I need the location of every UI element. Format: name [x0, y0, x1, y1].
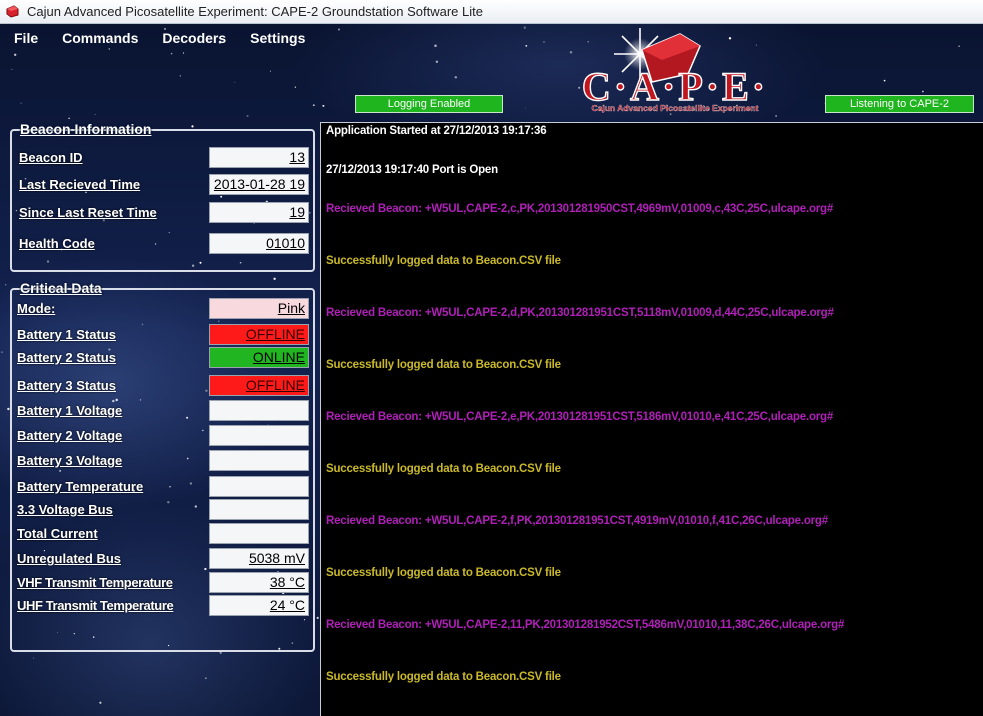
health-code-label: Health Code — [19, 236, 95, 251]
menu-commands[interactable]: Commands — [60, 28, 140, 48]
window-title-bar: Cajun Advanced Picosatellite Experiment:… — [0, 0, 983, 24]
log-line: Successfully logged data to Beacon.CSV f… — [326, 463, 561, 475]
voltage-bus-3v3-label: 3.3 Voltage Bus — [17, 502, 113, 517]
last-received-time-label: Last Recieved Time — [19, 177, 141, 192]
battery-3-status-label: Battery 3 Status — [17, 378, 116, 393]
battery-temperature-field[interactable] — [209, 476, 309, 497]
beacon-information-title: Beacon Information — [20, 121, 152, 137]
uhf-transmit-temperature-label: UHF Transmit Temperature — [17, 598, 174, 613]
battery-2-status-field[interactable]: ONLINE — [209, 347, 309, 368]
log-line: Application Started at 27/12/2013 19:17:… — [326, 125, 547, 137]
log-console[interactable]: Application Started at 27/12/2013 19:17:… — [320, 122, 983, 716]
battery-3-voltage-label: Battery 3 Voltage — [17, 453, 123, 468]
mode-label: Mode: — [17, 301, 56, 316]
battery-temperature-label: Battery Temperature — [17, 479, 144, 494]
battery-1-status-label: Battery 1 Status — [17, 327, 116, 342]
last-received-time-field[interactable]: 2013-01-28 19 — [209, 174, 309, 195]
log-line: Successfully logged data to Beacon.CSV f… — [326, 255, 561, 267]
menu-bar: File Commands Decoders Settings — [12, 28, 307, 48]
logging-status-button[interactable]: Logging Enabled — [355, 95, 503, 113]
battery-2-voltage-field[interactable] — [209, 425, 309, 446]
battery-2-voltage-label: Battery 2 Voltage — [17, 428, 123, 443]
battery-3-status-field[interactable]: OFFLINE — [209, 375, 309, 396]
log-line: 27/12/2013 19:17:40 Port is Open — [326, 164, 498, 176]
battery-2-status-label: Battery 2 Status — [17, 350, 116, 365]
beacon-information-group: Beacon Information Beacon ID 13 Last Rec… — [10, 121, 315, 272]
log-line: Recieved Beacon: +W5UL,CAPE-2,f,PK,20130… — [326, 515, 828, 527]
beacon-id-label: Beacon ID — [19, 150, 83, 165]
mode-field[interactable]: Pink — [209, 298, 309, 319]
beacon-id-field[interactable]: 13 — [209, 147, 309, 168]
cape-app-icon — [6, 5, 19, 18]
menu-decoders[interactable]: Decoders — [160, 28, 228, 48]
battery-3-voltage-field[interactable] — [209, 450, 309, 471]
log-line: Recieved Beacon: +W5UL,CAPE-2,11,PK,2013… — [326, 619, 845, 631]
battery-1-voltage-label: Battery 1 Voltage — [17, 403, 123, 418]
battery-1-status-field[interactable]: OFFLINE — [209, 324, 309, 345]
battery-1-voltage-field[interactable] — [209, 400, 309, 421]
log-line: Successfully logged data to Beacon.CSV f… — [326, 359, 561, 371]
logo-subtitle: Cajun Advanced Picosatellite Experiment — [592, 103, 759, 113]
health-code-field[interactable]: 01010 — [209, 233, 309, 254]
cape-logo: C·A·P·E· Cajun Advanced Picosatellite Ex… — [581, 28, 766, 113]
log-line: Successfully logged data to Beacon.CSV f… — [326, 567, 561, 579]
critical-data-title: Critical Data — [20, 280, 102, 296]
menu-settings[interactable]: Settings — [248, 28, 307, 48]
unregulated-bus-label: Unregulated Bus — [17, 551, 122, 566]
log-line: Recieved Beacon: +W5UL,CAPE-2,d,PK,20130… — [326, 307, 834, 319]
log-line: Recieved Beacon: +W5UL,CAPE-2,e,PK,20130… — [326, 411, 834, 423]
total-current-label: Total Current — [17, 526, 98, 541]
vhf-transmit-temperature-label: VHF Transmit Temperature — [17, 575, 173, 590]
critical-data-group: Critical Data Mode: Pink Battery 1 Statu… — [10, 280, 315, 652]
voltage-bus-3v3-field[interactable] — [209, 499, 309, 520]
total-current-field[interactable] — [209, 523, 309, 544]
vhf-transmit-temperature-field[interactable]: 38 °C — [209, 572, 309, 593]
log-line: Recieved Beacon: +W5UL,CAPE-2,c,PK,20130… — [326, 203, 834, 215]
since-last-reset-label: Since Last Reset Time — [19, 205, 157, 220]
since-last-reset-field[interactable]: 19 — [209, 202, 309, 223]
window-title: Cajun Advanced Picosatellite Experiment:… — [27, 4, 483, 19]
uhf-transmit-temperature-field[interactable]: 24 °C — [209, 595, 309, 616]
listening-status-button[interactable]: Listening to CAPE-2 — [825, 95, 974, 113]
menu-file[interactable]: File — [12, 28, 40, 48]
log-line: Successfully logged data to Beacon.CSV f… — [326, 671, 561, 683]
unregulated-bus-field[interactable]: 5038 mV — [209, 548, 309, 569]
main-area: File Commands Decoders Settings C·A·P·E·… — [0, 24, 983, 716]
